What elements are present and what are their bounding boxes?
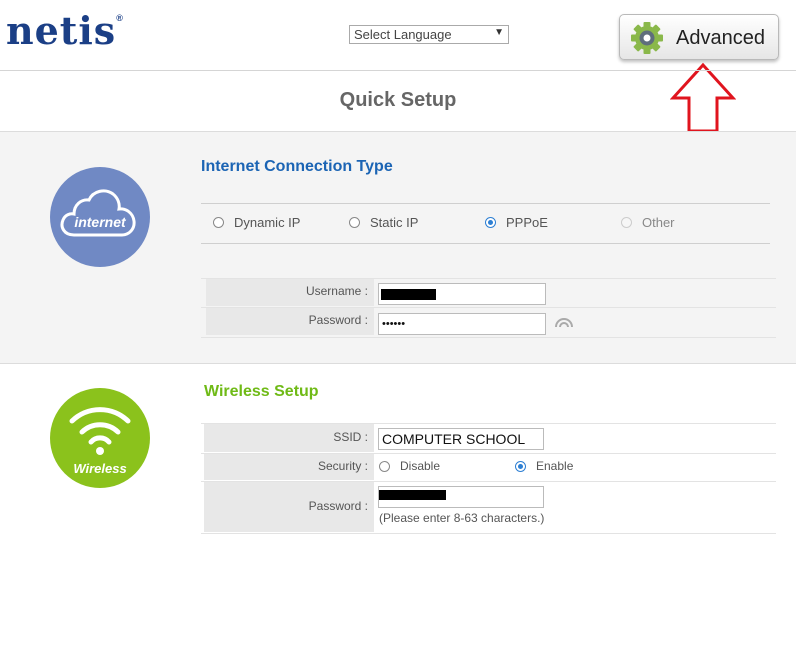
wireless-password-label: Password : [204, 482, 374, 532]
radio-label: Disable [400, 459, 441, 473]
language-select-value: Select Language [354, 27, 452, 42]
redaction-bar [381, 289, 436, 300]
advanced-button-label: Advanced [676, 27, 765, 49]
radio-label: Dynamic IP [234, 215, 301, 230]
radio-label: Other [642, 215, 675, 230]
radio-button[interactable] [485, 217, 496, 228]
radio-button[interactable] [349, 217, 360, 228]
internet-icon-label: internet [74, 214, 126, 230]
security-label: Security : [204, 454, 374, 480]
ssid-label: SSID : [204, 424, 374, 452]
divider [201, 533, 776, 534]
radio-button [621, 217, 632, 228]
page-title: Quick Setup [339, 89, 457, 111]
language-select[interactable]: Select Language ▼ [349, 25, 509, 44]
divider [201, 243, 770, 244]
chevron-down-icon: ▼ [494, 27, 504, 38]
advanced-button[interactable]: Advanced [619, 14, 779, 60]
ssid-field[interactable]: COMPUTER SCHOOL [378, 428, 544, 450]
redaction-bar [379, 490, 446, 500]
netis-logo: netis® [6, 8, 123, 53]
wireless-icon-label: Wireless [73, 461, 127, 476]
radio-label: Enable [536, 459, 574, 473]
divider [201, 337, 776, 338]
wireless-icon: Wireless [50, 388, 150, 488]
username-label: Username : [206, 279, 374, 306]
internet-section-title: Internet Connection Type [201, 158, 393, 175]
radio-label: Static IP [370, 215, 419, 230]
radio-label: PPPoE [506, 215, 548, 230]
radio-button[interactable] [379, 461, 390, 472]
wireless-password-field[interactable] [378, 486, 544, 508]
wireless-section-title: Wireless Setup [204, 383, 319, 400]
password-label: Password : [206, 308, 374, 335]
pppoe-password-field[interactable]: •••••• [378, 313, 546, 335]
header-divider [0, 70, 796, 71]
gear-icon [631, 22, 663, 54]
password-hint: (Please enter 8-63 characters.) [379, 511, 545, 525]
username-field[interactable] [378, 283, 546, 305]
radio-button[interactable] [515, 461, 526, 472]
radio-button[interactable] [213, 217, 224, 228]
eye-icon[interactable] [554, 316, 574, 330]
divider [201, 203, 770, 204]
internet-icon: internet [50, 167, 150, 267]
